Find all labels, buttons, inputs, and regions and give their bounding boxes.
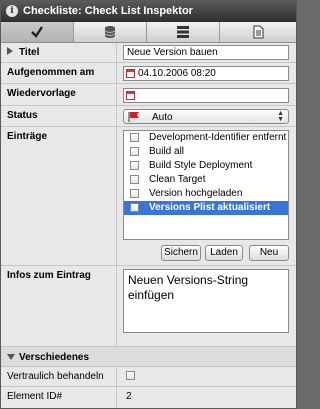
calendar-icon[interactable] <box>126 91 135 100</box>
entry-checkbox[interactable] <box>130 161 139 170</box>
entry-checkbox[interactable] <box>130 147 139 156</box>
calendar-icon[interactable] <box>126 69 135 78</box>
element-id-label-cell: Element ID# <box>1 387 117 408</box>
infos-label-cell: Infos zum Eintrag <box>1 266 117 346</box>
verschiedenes-header: Verschiedenes <box>19 352 90 363</box>
tab-list[interactable] <box>147 22 220 42</box>
status-label: Status <box>7 110 38 121</box>
eintraege-label: Einträge <box>7 131 48 142</box>
vertraulich-label-cell: Vertraulich behandeln <box>1 367 117 386</box>
entry-label: Clean Target <box>149 174 206 185</box>
tab-database[interactable] <box>74 22 147 42</box>
tab-checklist[interactable] <box>1 22 74 42</box>
verschiedenes-section-header[interactable]: Verschiedenes <box>1 347 296 367</box>
status-popup[interactable]: Auto ▲ ▼ <box>123 109 289 124</box>
entry-checkbox[interactable] <box>130 189 139 198</box>
list-item[interactable]: Development-Identifier entfernt <box>124 131 288 145</box>
status-label-cell: Status <box>1 106 117 126</box>
disclosure-triangle-icon[interactable] <box>7 354 15 360</box>
row-status: Status Auto ▲ ▼ <box>1 106 296 127</box>
list-item[interactable]: Build all <box>124 145 288 159</box>
entry-checkbox[interactable] <box>130 133 139 142</box>
neu-button[interactable]: Neu <box>249 245 289 261</box>
eintraege-label-cell: Einträge <box>1 127 117 265</box>
tab-document[interactable] <box>220 22 296 42</box>
list-item[interactable]: Build Style Deployment <box>124 159 288 173</box>
row-titel: Titel Neue Version bauen <box>1 43 296 63</box>
row-infos: Infos zum Eintrag Neuen Versions-String … <box>1 266 296 347</box>
window-title: Checkliste: Check List Inspektor <box>23 5 193 17</box>
titel-field[interactable]: Neue Version bauen <box>123 45 289 60</box>
entry-label: Version hochgeladen <box>149 188 243 199</box>
vertraulich-checkbox[interactable] <box>126 371 135 380</box>
row-element-id: Element ID# 2 <box>1 387 296 408</box>
titel-label-cell: Titel <box>1 43 117 62</box>
aufgenommen-label: Aufgenommen am <box>7 67 95 78</box>
laden-button[interactable]: Laden <box>205 245 243 261</box>
element-id-value: 2 <box>126 391 132 402</box>
entry-checkbox[interactable] <box>130 203 139 212</box>
entry-checkbox[interactable] <box>130 175 139 184</box>
row-vertraulich: Vertraulich behandeln <box>1 367 296 387</box>
popup-arrows-icon: ▲ ▼ <box>277 110 284 123</box>
list-item-selected[interactable]: Versions Plist aktualisiert <box>124 201 288 215</box>
wiedervorlage-label-cell: Wiedervorlage <box>1 84 117 105</box>
list-item[interactable]: Clean Target <box>124 173 288 187</box>
info-icon: i <box>6 5 18 17</box>
entries-list[interactable]: Development-Identifier entfernt Build al… <box>123 130 289 240</box>
element-id-label: Element ID# <box>7 391 63 402</box>
aufgenommen-value: 04.10.2006 08:20 <box>138 68 216 79</box>
database-icon <box>104 26 116 38</box>
entry-label: Development-Identifier entfernt <box>149 132 287 143</box>
entry-label: Build Style Deployment <box>149 160 253 171</box>
infos-label: Infos zum Eintrag <box>7 270 91 281</box>
inspector-tabbar <box>1 22 296 43</box>
wiedervorlage-label: Wiedervorlage <box>7 88 76 99</box>
sichern-button[interactable]: Sichern <box>161 245 201 261</box>
infos-textarea[interactable]: Neuen Versions-String einfügen <box>123 269 289 333</box>
document-icon <box>253 25 264 39</box>
entry-label: Versions Plist aktualisiert <box>149 202 271 213</box>
entry-label: Build all <box>149 146 185 157</box>
row-aufgenommen: Aufgenommen am 04.10.2006 08:20 <box>1 63 296 84</box>
aufgenommen-date-field[interactable]: 04.10.2006 08:20 <box>123 66 289 81</box>
titel-label: Titel <box>19 47 40 58</box>
title-bar[interactable]: i Checkliste: Check List Inspektor <box>1 1 296 22</box>
disclosure-triangle-icon[interactable] <box>7 47 13 55</box>
list-icon <box>177 26 189 38</box>
inspector-window: i Checkliste: Check List Inspektor Titel… <box>0 0 297 409</box>
status-value: Auto <box>152 112 173 123</box>
wiedervorlage-date-field[interactable] <box>123 88 289 103</box>
row-wiedervorlage: Wiedervorlage <box>1 84 296 106</box>
list-item[interactable]: Version hochgeladen <box>124 187 288 201</box>
aufgenommen-label-cell: Aufgenommen am <box>1 63 117 83</box>
checkmark-icon <box>31 26 43 38</box>
vertraulich-label: Vertraulich behandeln <box>7 371 104 382</box>
row-eintraege: Einträge Development-Identifier entfernt… <box>1 127 296 266</box>
flag-icon <box>128 112 139 122</box>
